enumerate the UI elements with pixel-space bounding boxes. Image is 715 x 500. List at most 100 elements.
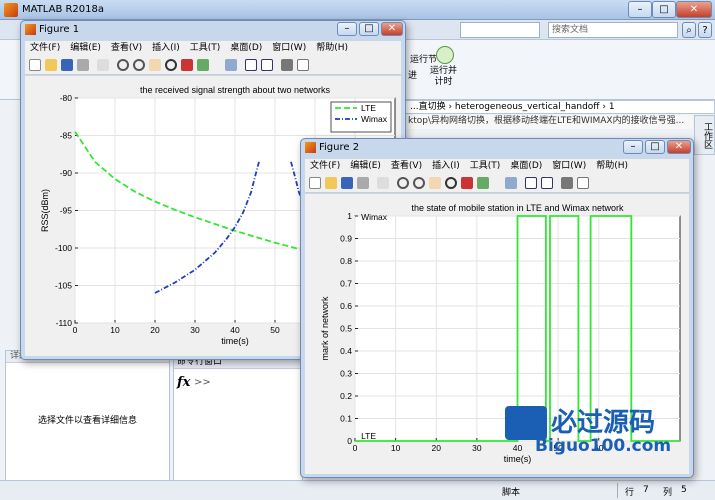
menu-window[interactable]: 窗口(W): [267, 41, 311, 55]
open-icon[interactable]: [325, 177, 337, 189]
minimize-button[interactable]: –: [628, 1, 652, 18]
status-row: 7: [643, 485, 649, 495]
y-tick-label: 0: [347, 436, 352, 446]
menu-view[interactable]: 查看(V): [386, 159, 427, 173]
run-and-time-button[interactable]: 运行并 计时: [430, 66, 457, 88]
new-figure-icon[interactable]: [29, 59, 41, 71]
figure-1-title: Figure 1: [39, 24, 80, 35]
chart-title: the received signal strength about two n…: [140, 85, 331, 95]
command-prompt[interactable]: >>: [194, 377, 211, 388]
fig1-toolbar: [25, 56, 401, 75]
app-title: MATLAB R2018a: [22, 4, 105, 15]
ribbon-quick-access[interactable]: [460, 22, 540, 38]
fig2-close-button[interactable]: ✕: [667, 140, 691, 154]
workspace-tab[interactable]: 工作区: [694, 115, 715, 155]
command-window[interactable]: 命令行窗口 fx >>: [173, 356, 303, 486]
link-plot-icon[interactable]: [225, 59, 237, 71]
rotate-icon[interactable]: [165, 59, 177, 71]
fig2-maximize-button[interactable]: □: [645, 140, 665, 154]
save-icon[interactable]: [61, 59, 73, 71]
search-icon[interactable]: ⌕: [682, 22, 696, 38]
print-icon[interactable]: [357, 177, 369, 189]
y-tick-label: -85: [60, 131, 73, 141]
data-cursor-icon[interactable]: [181, 59, 193, 71]
run-and-time-icon: [436, 46, 454, 64]
menu-edit[interactable]: 编辑(E): [65, 41, 106, 55]
status-script: 脚本: [502, 488, 521, 498]
menu-view[interactable]: 查看(V): [106, 41, 147, 55]
rotate-icon[interactable]: [445, 177, 457, 189]
menu-insert[interactable]: 插入(I): [427, 159, 465, 173]
pointer-icon[interactable]: [97, 59, 109, 71]
zoom-out-icon[interactable]: [413, 177, 425, 189]
menu-window[interactable]: 窗口(W): [547, 159, 591, 173]
menu-help[interactable]: 帮助(H): [591, 159, 633, 173]
main-titlebar: MATLAB R2018a – □ ✕: [0, 0, 715, 20]
y-axis-label: RSS(dBm): [40, 189, 50, 232]
legend-icon[interactable]: [261, 59, 273, 71]
dock-icon[interactable]: [297, 59, 309, 71]
menu-file[interactable]: 文件(F): [305, 159, 345, 173]
x-tick-label: 20: [432, 443, 442, 453]
fig1-minimize-button[interactable]: –: [337, 22, 357, 36]
status-col-label: 列: [663, 488, 673, 498]
current-folder-text: ktop\异构网络切换，根据移动终端在LTE和WIMAX内的接收信号强...: [405, 115, 693, 129]
maximize-button[interactable]: □: [652, 1, 676, 18]
menu-insert[interactable]: 插入(I): [147, 41, 185, 55]
menu-tools[interactable]: 工具(T): [465, 159, 506, 173]
advance-button[interactable]: 进: [408, 68, 417, 81]
open-icon[interactable]: [45, 59, 57, 71]
dock-icon[interactable]: [577, 177, 589, 189]
help-icon[interactable]: ?: [698, 22, 712, 38]
brush-icon[interactable]: [477, 177, 489, 189]
brush-icon[interactable]: [197, 59, 209, 71]
zoom-in-icon[interactable]: [397, 177, 409, 189]
link-plot-icon[interactable]: [505, 177, 517, 189]
legend-icon[interactable]: [541, 177, 553, 189]
y-tick-label: 0.5: [340, 324, 352, 334]
new-figure-icon[interactable]: [309, 177, 321, 189]
pointer-icon[interactable]: [377, 177, 389, 189]
fig1-maximize-button[interactable]: □: [359, 22, 379, 36]
print-icon[interactable]: [77, 59, 89, 71]
menu-edit[interactable]: 编辑(E): [345, 159, 386, 173]
menu-tools[interactable]: 工具(T): [185, 41, 226, 55]
annotation-lte: LTE: [361, 431, 376, 441]
menu-file[interactable]: 文件(F): [25, 41, 65, 55]
menu-help[interactable]: 帮助(H): [311, 41, 353, 55]
search-input[interactable]: 搜索文档: [548, 22, 678, 38]
colorbar-icon[interactable]: [525, 177, 537, 189]
hide-tools-icon[interactable]: [281, 59, 293, 71]
y-tick-label: 0.1: [340, 414, 352, 424]
figure-2-title: Figure 2: [319, 142, 360, 153]
colorbar-icon[interactable]: [245, 59, 257, 71]
fig2-minimize-button[interactable]: –: [623, 140, 643, 154]
fx-icon[interactable]: fx: [177, 375, 190, 390]
y-tick-label: 0.4: [340, 346, 352, 356]
status-divider: [617, 483, 618, 498]
watermark: 必过源码 Biguo100.com: [505, 402, 705, 462]
status-row-label: 行: [625, 488, 635, 498]
close-button[interactable]: ✕: [676, 1, 712, 18]
y-tick-label: 0.7: [340, 279, 352, 289]
pan-icon[interactable]: [429, 177, 441, 189]
x-axis-label: time(s): [221, 336, 249, 346]
menu-desktop[interactable]: 桌面(D): [225, 41, 267, 55]
current-path-bar[interactable]: ...直切换 › heterogeneous_vertical_handoff …: [405, 100, 715, 114]
data-cursor-icon[interactable]: [461, 177, 473, 189]
run-section-button[interactable]: 运行节: [410, 52, 437, 65]
fig1-close-button[interactable]: ✕: [381, 22, 403, 36]
pan-icon[interactable]: [149, 59, 161, 71]
hide-tools-icon[interactable]: [561, 177, 573, 189]
y-tick-label: -95: [60, 206, 73, 216]
y-tick-label: -80: [60, 93, 73, 103]
save-icon[interactable]: [341, 177, 353, 189]
grad-cap-logo-icon: [505, 406, 547, 440]
fig2-toolbar: [305, 174, 689, 193]
zoom-out-icon[interactable]: [133, 59, 145, 71]
zoom-in-icon[interactable]: [117, 59, 129, 71]
menu-desktop[interactable]: 桌面(D): [505, 159, 547, 173]
watermark-url: Biguo100.com: [535, 436, 672, 456]
x-tick-label: 0: [73, 325, 78, 335]
figure-icon: [25, 24, 36, 35]
